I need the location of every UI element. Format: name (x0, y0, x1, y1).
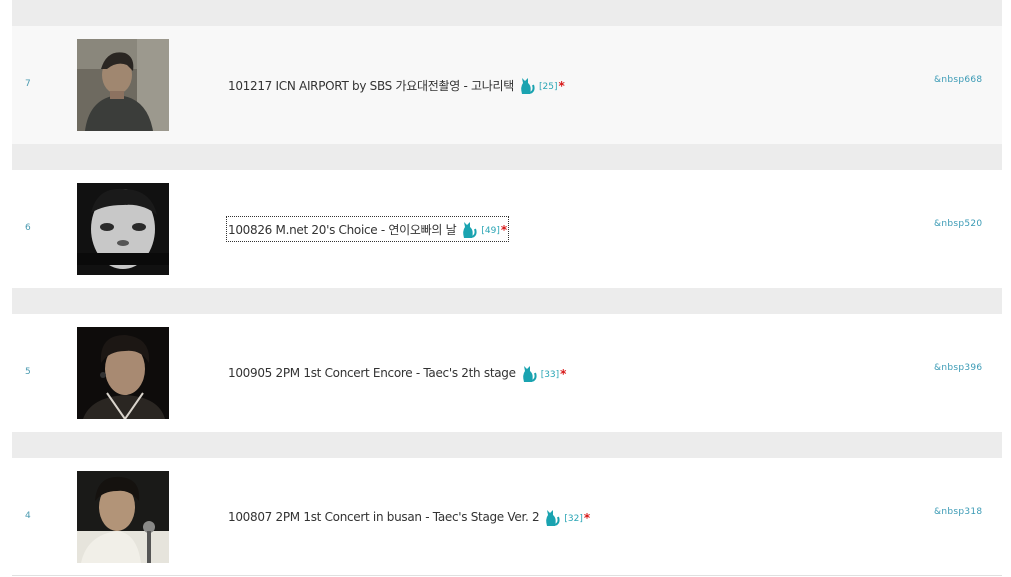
post-list: 7 101217 ICN AIRPORT by SBS 가요대전촬영 - 고나리… (12, 0, 1002, 576)
post-number: 6 (25, 223, 31, 233)
post-title[interactable]: 100807 2PM 1st Concert in busan - Taec's… (228, 510, 540, 524)
post-title[interactable]: 101217 ICN AIRPORT by SBS 가요대전촬영 - 고나리택 (228, 77, 514, 94)
row-separator (12, 0, 1002, 26)
hit-count: &nbsp520 (934, 219, 983, 229)
new-marker: * (560, 367, 567, 381)
post-title-link[interactable]: 101217 ICN AIRPORT by SBS 가요대전촬영 - 고나리택 … (228, 74, 565, 96)
post-title-link[interactable]: 100905 2PM 1st Concert Encore - Taec's 2… (228, 362, 566, 384)
cat-icon (463, 222, 477, 238)
post-thumbnail[interactable] (77, 183, 169, 275)
table-row: 7 101217 ICN AIRPORT by SBS 가요대전촬영 - 고나리… (12, 26, 1002, 144)
comment-count[interactable]: [32] (564, 514, 582, 524)
table-row: 6 100826 M.net 20's Choice - 연이오빠의 날 [49… (12, 170, 1002, 288)
new-marker: * (558, 79, 565, 93)
post-title[interactable]: 100826 M.net 20's Choice - 연이오빠의 날 (228, 221, 457, 238)
new-marker: * (583, 511, 591, 525)
post-title[interactable]: 100905 2PM 1st Concert Encore - Taec's 2… (228, 366, 516, 380)
comment-count[interactable]: [33] (541, 370, 559, 380)
comment-count[interactable]: [49] (481, 226, 499, 236)
table-row: 4 100807 2PM 1st Concert in busan - Taec… (12, 458, 1002, 576)
divider (12, 575, 1002, 576)
cat-icon (522, 366, 537, 382)
comment-count[interactable]: [25] (539, 82, 557, 92)
cat-icon (521, 78, 535, 94)
row-separator (12, 144, 1002, 170)
row-separator (12, 432, 1002, 458)
new-marker: * (500, 223, 508, 237)
post-thumbnail[interactable] (77, 39, 169, 131)
table-row: 5 100905 2PM 1st Concert Encore - Taec's… (12, 314, 1002, 432)
post-number: 4 (25, 511, 31, 521)
post-title-link[interactable]: 100807 2PM 1st Concert in busan - Taec's… (228, 506, 590, 528)
row-separator (12, 288, 1002, 314)
cat-icon (546, 510, 560, 526)
post-number: 7 (25, 79, 31, 89)
hit-count: &nbsp396 (934, 363, 983, 373)
post-thumbnail[interactable] (77, 327, 169, 419)
post-title-link[interactable]: 100826 M.net 20's Choice - 연이오빠의 날 [49] … (225, 216, 510, 242)
hit-count: &nbsp668 (934, 75, 983, 85)
post-number: 5 (25, 367, 31, 377)
hit-count: &nbsp318 (934, 507, 983, 517)
post-thumbnail[interactable] (77, 471, 169, 563)
